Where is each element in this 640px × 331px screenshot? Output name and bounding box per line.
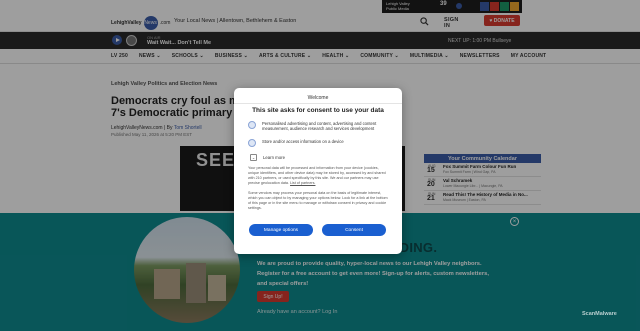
dialog-title: This site asks for consent to use your d… — [252, 107, 384, 114]
scanmalware-watermark: ScanMalware — [582, 311, 617, 317]
purpose-text: Personalised advertising and content, ad… — [262, 121, 377, 131]
consent-dialog: Welcome This site asks for consent to us… — [234, 88, 402, 254]
chevron-down-icon[interactable]: ⌄ — [250, 154, 257, 161]
partners-list-link[interactable]: List of partners. — [290, 181, 315, 185]
purpose-text: Store and/or access information on a dev… — [262, 139, 344, 144]
consent-paragraph: Your personal data will be processed and… — [248, 166, 386, 185]
manage-options-button[interactable]: Manage options — [249, 224, 313, 236]
consent-button[interactable]: Consent — [322, 224, 386, 236]
device-icon — [248, 139, 256, 147]
consent-paragraph-legitimate-interest: Some vendors may process your personal d… — [248, 191, 388, 210]
dialog-welcome: Welcome — [307, 95, 329, 101]
dialog-divider — [234, 103, 402, 104]
person-icon — [248, 121, 256, 129]
learn-more-link[interactable]: Learn more — [263, 155, 285, 160]
